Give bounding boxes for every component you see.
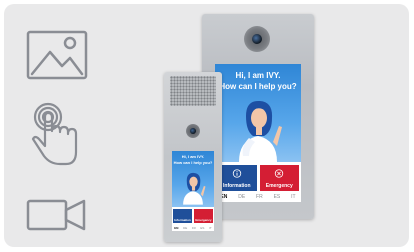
information-button[interactable]: Information bbox=[173, 209, 192, 223]
greeting-line1: Hi, I am IVY. bbox=[235, 71, 281, 80]
language-de[interactable]: DE bbox=[183, 226, 187, 230]
emergency-button[interactable]: Emergency bbox=[259, 165, 299, 191]
language-en[interactable]: EN bbox=[174, 226, 178, 230]
video-camera-icon[interactable] bbox=[26, 198, 88, 232]
speaker-grille bbox=[170, 76, 216, 106]
greeting-line1: Hi, I am IVY. bbox=[181, 154, 205, 159]
information-label: Information bbox=[223, 183, 251, 189]
language-it[interactable]: IT bbox=[209, 226, 212, 230]
language-es[interactable]: ES bbox=[274, 194, 281, 200]
emergency-label: Emergency bbox=[195, 218, 212, 222]
emergency-label: Emergency bbox=[265, 183, 293, 189]
greeting-line2: How can I help you? bbox=[219, 82, 297, 91]
emergency-icon bbox=[275, 169, 284, 178]
screen-header: Hi, I am IVY. How can I help you? bbox=[172, 151, 214, 207]
screen-header: Hi, I am IVY. How can I help you? bbox=[215, 64, 301, 162]
language-bar: EN DE FR ES IT bbox=[172, 224, 214, 231]
touchscreen[interactable]: Hi, I am IVY. How can I help you? Inform… bbox=[215, 64, 301, 202]
emergency-button[interactable]: Emergency bbox=[194, 209, 213, 223]
product-card: Hi, I am IVY. How can I help you? Inform… bbox=[4, 4, 409, 247]
language-es[interactable]: ES bbox=[200, 226, 204, 230]
language-fr[interactable]: FR bbox=[192, 226, 196, 230]
camera-lens bbox=[190, 128, 196, 134]
touchscreen[interactable]: Hi, I am IVY. How can I help you? Inform… bbox=[172, 151, 214, 231]
language-it[interactable]: IT bbox=[291, 194, 295, 200]
intercom-panel-small: Hi, I am IVY. How can I help you? Inform… bbox=[164, 72, 222, 242]
touch-icon[interactable] bbox=[26, 102, 86, 168]
information-label: Information bbox=[174, 218, 191, 222]
greeting-line2: How can I help you? bbox=[173, 160, 213, 165]
action-buttons: Information Emergency bbox=[173, 209, 213, 223]
assistant-figure bbox=[239, 100, 282, 162]
language-fr[interactable]: FR bbox=[256, 194, 263, 200]
camera-lens bbox=[252, 34, 262, 44]
image-icon[interactable] bbox=[26, 30, 88, 80]
language-bar: EN DE FR ES IT bbox=[215, 192, 301, 202]
action-buttons: Information Emergency bbox=[217, 165, 299, 191]
information-button[interactable]: Information bbox=[217, 165, 257, 191]
assistant-figure bbox=[183, 172, 206, 205]
language-de[interactable]: DE bbox=[238, 194, 245, 200]
info-icon bbox=[232, 169, 241, 178]
